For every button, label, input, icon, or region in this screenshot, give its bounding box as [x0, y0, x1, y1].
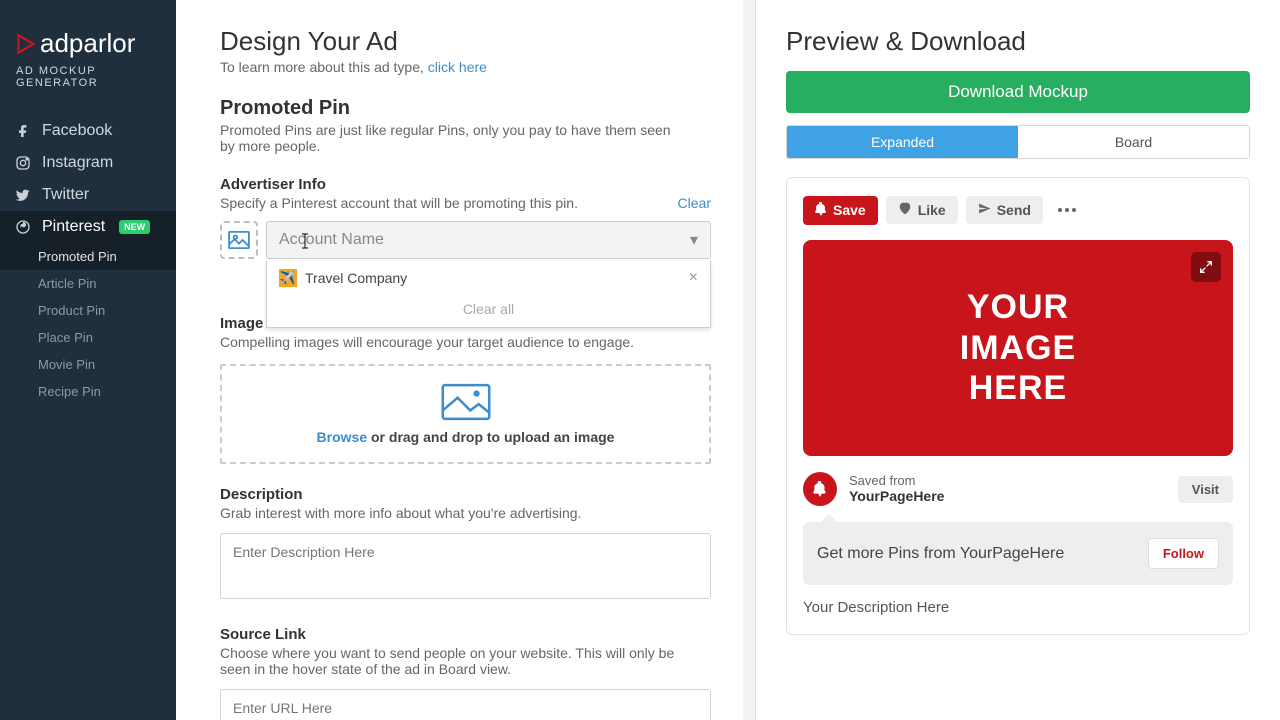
new-badge: NEW	[119, 220, 150, 234]
promoted-title: Promoted Pin	[220, 97, 711, 120]
description-textarea[interactable]	[220, 533, 711, 599]
account-name-placeholder: Account Name	[279, 231, 384, 249]
brand-subtitle: AD MOCKUP GENERATOR	[16, 65, 160, 89]
page-subtitle: To learn more about this ad type, click …	[220, 59, 711, 75]
account-dropdown: ✈️ Travel Company × Clear all	[266, 261, 711, 328]
image-hint: Compelling images will encourage your ta…	[220, 334, 711, 350]
chevron-down-icon: ▾	[690, 230, 698, 250]
brand-name: adparlor	[40, 28, 135, 59]
save-button[interactable]: Save	[803, 196, 878, 225]
send-icon	[978, 202, 991, 218]
design-panel: Design Your Ad To learn more about this …	[176, 0, 756, 720]
preview-card: Save Like Send YOUR IMAGE HERE	[786, 177, 1250, 635]
preview-title: Preview & Download	[786, 26, 1250, 57]
tab-expanded[interactable]: Expanded	[787, 126, 1018, 158]
sidebar: adparlor AD MOCKUP GENERATOR Facebook In…	[0, 0, 176, 720]
subnav-promoted-pin[interactable]: Promoted Pin	[0, 243, 176, 270]
subnav-product-pin[interactable]: Product Pin	[0, 297, 176, 324]
more-actions-button[interactable]	[1051, 194, 1083, 226]
tab-board[interactable]: Board	[1018, 126, 1249, 158]
visit-button[interactable]: Visit	[1178, 476, 1233, 503]
saved-from-row: Saved from YourPageHere Visit	[803, 472, 1233, 506]
saved-from-text: Saved from YourPageHere	[849, 473, 944, 506]
account-option-travel-company[interactable]: ✈️ Travel Company ×	[267, 261, 710, 295]
browse-link[interactable]: Browse	[317, 429, 368, 445]
nav-instagram[interactable]: Instagram	[0, 147, 176, 179]
send-button[interactable]: Send	[966, 196, 1043, 224]
description-hint: Grab interest with more info about what …	[220, 505, 711, 521]
nav-facebook[interactable]: Facebook	[0, 115, 176, 147]
subnav-movie-pin[interactable]: Movie Pin	[0, 351, 176, 378]
preview-image-placeholder: YOUR IMAGE HERE	[803, 240, 1233, 456]
nav-label: Pinterest	[42, 218, 105, 236]
pinterest-icon	[14, 218, 32, 236]
account-name-select[interactable]: Account Name ▾	[266, 221, 711, 259]
heart-icon	[898, 202, 912, 218]
brand-logo-icon	[16, 35, 34, 53]
clear-advertiser-link[interactable]: Clear	[678, 195, 711, 211]
page-avatar	[803, 472, 837, 506]
nav-label: Facebook	[42, 122, 112, 140]
nav-twitter[interactable]: Twitter	[0, 179, 176, 211]
advertiser-avatar-upload[interactable]	[220, 221, 258, 259]
scrollbar[interactable]	[743, 0, 755, 720]
source-url-input[interactable]	[220, 689, 711, 720]
hero-placeholder-text: YOUR IMAGE HERE	[960, 287, 1076, 409]
page-title: Design Your Ad	[220, 26, 711, 57]
advertiser-hint: Specify a Pinterest account that will be…	[220, 195, 711, 211]
more-pins-box: Get more Pins from YourPageHere Follow	[803, 522, 1233, 585]
preview-description: Your Description Here	[803, 599, 1233, 616]
remove-option-icon[interactable]: ×	[689, 269, 698, 287]
download-mockup-button[interactable]: Download Mockup	[786, 71, 1250, 113]
instagram-icon	[14, 154, 32, 172]
airplane-icon: ✈️	[279, 269, 297, 287]
learn-more-link[interactable]: click here	[428, 59, 487, 75]
subnav-place-pin[interactable]: Place Pin	[0, 324, 176, 351]
nav: Facebook Instagram Twitter Pinterest NEW…	[0, 115, 176, 405]
nav-label: Instagram	[42, 154, 113, 172]
subnav-article-pin[interactable]: Article Pin	[0, 270, 176, 297]
dropzone-text: Browse or drag and drop to upload an ima…	[317, 429, 615, 445]
nav-label: Twitter	[42, 186, 89, 204]
expand-image-button[interactable]	[1191, 252, 1221, 282]
image-dropzone[interactable]: Browse or drag and drop to upload an ima…	[220, 364, 711, 464]
account-option-label: Travel Company	[305, 270, 407, 286]
advertiser-title: Advertiser Info	[220, 176, 711, 193]
nav-pinterest[interactable]: Pinterest NEW	[0, 211, 176, 243]
description-title: Description	[220, 486, 711, 503]
source-hint: Choose where you want to send people on …	[220, 645, 690, 677]
advertiser-row: Account Name ▾ ✈️ Travel Company × Clear…	[220, 221, 711, 259]
clear-all-options[interactable]: Clear all	[267, 295, 710, 327]
preview-tabs: Expanded Board	[786, 125, 1250, 159]
preview-panel: Preview & Download Download Mockup Expan…	[756, 0, 1280, 720]
promoted-desc: Promoted Pins are just like regular Pins…	[220, 122, 680, 154]
pin-action-bar: Save Like Send	[803, 194, 1233, 226]
subnav-recipe-pin[interactable]: Recipe Pin	[0, 378, 176, 405]
more-pins-text: Get more Pins from YourPageHere	[817, 545, 1064, 563]
pin-icon	[815, 202, 827, 219]
source-title: Source Link	[220, 626, 711, 643]
like-button[interactable]: Like	[886, 196, 958, 224]
facebook-icon	[14, 122, 32, 140]
image-placeholder-icon	[440, 383, 492, 421]
twitter-icon	[14, 186, 32, 204]
brand-block: adparlor AD MOCKUP GENERATOR	[0, 28, 176, 109]
follow-button[interactable]: Follow	[1148, 538, 1219, 569]
